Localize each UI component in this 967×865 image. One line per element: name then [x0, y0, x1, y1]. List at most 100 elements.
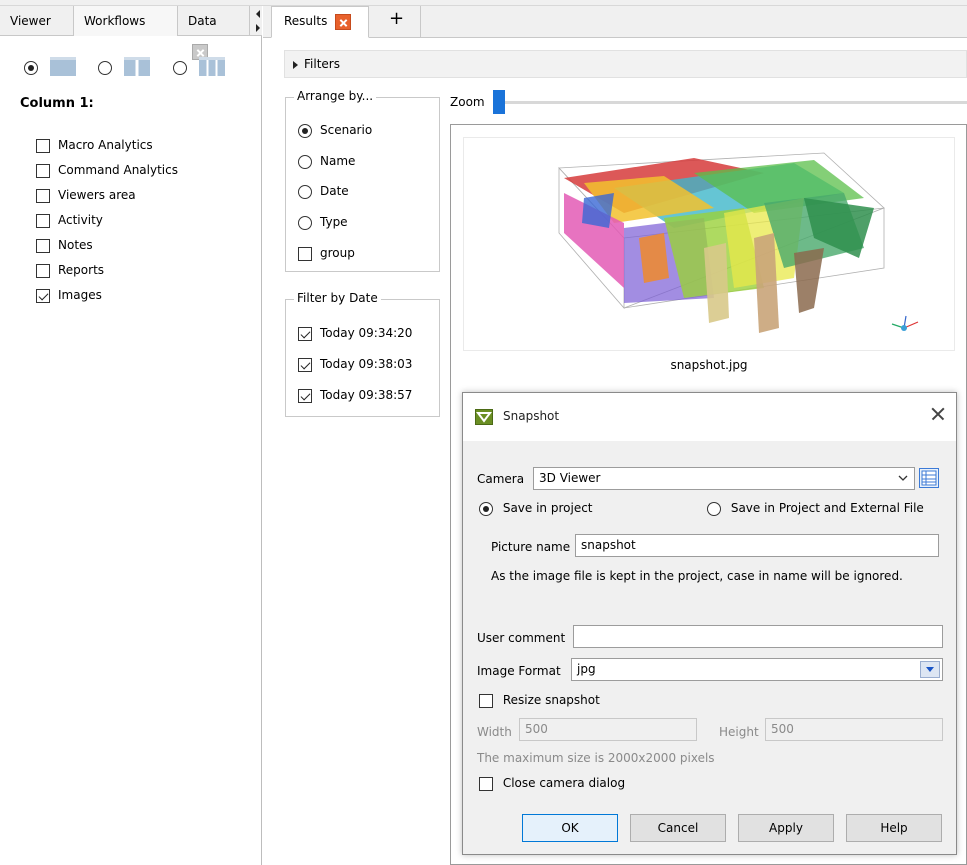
- filters-section[interactable]: Filters: [284, 50, 967, 78]
- camera-label: Camera: [477, 472, 525, 486]
- zoom-slider-handle[interactable]: [493, 90, 505, 114]
- checkbox[interactable]: [298, 357, 312, 372]
- tab-results[interactable]: Results: [271, 6, 369, 38]
- checkbox[interactable]: [36, 213, 50, 228]
- expand-arrow-icon: [293, 60, 298, 69]
- radio[interactable]: [298, 184, 312, 199]
- arrange-by-group: Arrange by... Scenario Name Date Type gr…: [285, 89, 440, 272]
- checkbox-activity[interactable]: Activity: [36, 210, 103, 230]
- chevron-left-right-icon: [256, 10, 260, 32]
- checkbox-label: Reports: [58, 263, 105, 277]
- picture-name-label: Picture name: [491, 540, 571, 554]
- image-format-select[interactable]: jpg: [571, 658, 943, 681]
- table-icon: [921, 470, 937, 486]
- checkbox[interactable]: [36, 263, 50, 278]
- close-tab-icon[interactable]: [335, 13, 352, 30]
- layout-radio[interactable]: [24, 61, 38, 75]
- layout-option-3[interactable]: [173, 57, 225, 76]
- radio[interactable]: [707, 501, 721, 516]
- radio-scenario[interactable]: Scenario: [298, 120, 372, 140]
- layout-option-1[interactable]: [24, 57, 76, 76]
- help-button[interactable]: Help: [846, 814, 942, 842]
- checkbox[interactable]: [298, 326, 312, 341]
- checkbox-macro-analytics[interactable]: Macro Analytics: [36, 135, 153, 155]
- results-tab-bar: Results +: [263, 6, 967, 38]
- tab-label: Data: [188, 14, 217, 28]
- layout-radio[interactable]: [98, 61, 112, 75]
- three-column-icon: [198, 57, 225, 76]
- radio[interactable]: [298, 215, 312, 230]
- radio-save-in-project-external[interactable]: Save in Project and External File: [707, 501, 924, 516]
- checkbox-viewers-area[interactable]: Viewers area: [36, 185, 136, 205]
- picture-name-input[interactable]: snapshot: [575, 534, 939, 557]
- checkbox-resize-snapshot[interactable]: Resize snapshot: [479, 693, 600, 708]
- radio-type[interactable]: Type: [298, 212, 348, 232]
- checkbox-reports[interactable]: Reports: [36, 260, 104, 280]
- checkbox-label: Activity: [58, 213, 103, 227]
- chevron-down-icon: [898, 475, 908, 481]
- picture-name-value: snapshot: [581, 538, 636, 552]
- height-input[interactable]: 500: [765, 718, 943, 741]
- layout-radio[interactable]: [173, 61, 187, 75]
- layout-option-2[interactable]: [98, 57, 150, 76]
- height-label: Height: [719, 725, 759, 739]
- width-value: 500: [525, 722, 548, 736]
- radio[interactable]: [479, 501, 493, 516]
- checkbox-close-camera-dialog[interactable]: Close camera dialog: [479, 776, 625, 791]
- plus-icon: +: [389, 8, 405, 29]
- checkbox[interactable]: [36, 288, 50, 303]
- checkbox[interactable]: [479, 776, 493, 791]
- checkbox[interactable]: [298, 388, 312, 403]
- checkbox-notes[interactable]: Notes: [36, 235, 93, 255]
- geological-model-image: [558, 152, 919, 333]
- close-icon[interactable]: [929, 405, 947, 423]
- camera-select[interactable]: 3D Viewer: [533, 467, 915, 490]
- checkbox[interactable]: [298, 246, 312, 261]
- snapshot-dialog: Snapshot Camera 3D Viewer Save in projec…: [462, 392, 957, 855]
- checkbox[interactable]: [36, 138, 50, 153]
- checkbox-label: group: [320, 246, 355, 260]
- thumbnail-caption: snapshot.jpg: [670, 358, 748, 372]
- radio-label: Name: [320, 154, 356, 168]
- checkbox-date-3[interactable]: Today 09:38:57: [298, 385, 412, 405]
- panel-scroll-arrows[interactable]: [255, 8, 261, 36]
- checkbox-date-1[interactable]: Today 09:34:20: [298, 323, 412, 343]
- checkbox-images[interactable]: Images: [36, 285, 102, 305]
- radio[interactable]: [298, 123, 312, 138]
- checkbox-label: Today 09:34:20: [320, 326, 413, 340]
- checkbox[interactable]: [36, 238, 50, 253]
- checkbox[interactable]: [36, 188, 50, 203]
- dropdown-button[interactable]: [920, 661, 940, 678]
- checkbox-date-2[interactable]: Today 09:38:03: [298, 354, 412, 374]
- user-comment-input[interactable]: [573, 625, 943, 648]
- radio[interactable]: [298, 154, 312, 169]
- camera-list-button[interactable]: [919, 468, 939, 488]
- tab-data[interactable]: Data: [178, 6, 250, 60]
- add-tab-button[interactable]: +: [377, 6, 421, 38]
- checkbox-label: Today 09:38:57: [320, 388, 413, 402]
- apply-button[interactable]: Apply: [738, 814, 834, 842]
- checkbox[interactable]: [36, 163, 50, 178]
- radio-label: Scenario: [320, 123, 373, 137]
- width-input[interactable]: 500: [519, 718, 697, 741]
- tab-viewer[interactable]: Viewer: [0, 6, 74, 36]
- radio-name[interactable]: Name: [298, 151, 355, 171]
- checkbox-group[interactable]: group: [298, 243, 355, 263]
- ok-button[interactable]: OK: [522, 814, 618, 842]
- image-format-label: Image Format: [477, 664, 561, 678]
- checkbox[interactable]: [479, 693, 493, 708]
- radio-date[interactable]: Date: [298, 181, 349, 201]
- user-comment-label: User comment: [477, 631, 566, 645]
- cancel-button[interactable]: Cancel: [630, 814, 726, 842]
- tab-label: Results: [284, 14, 328, 28]
- checkbox-label: Command Analytics: [58, 163, 178, 177]
- group-title: Filter by Date: [294, 291, 381, 305]
- checkbox-command-analytics[interactable]: Command Analytics: [36, 160, 178, 180]
- snapshot-thumbnail[interactable]: [463, 137, 955, 351]
- zoom-slider-track[interactable]: [505, 101, 967, 104]
- radio-save-in-project[interactable]: Save in project: [479, 501, 593, 516]
- checkbox-label: Images: [58, 288, 102, 302]
- image-format-value: jpg: [577, 662, 596, 676]
- dialog-title: Snapshot: [503, 409, 560, 423]
- tab-workflows[interactable]: Workflows: [74, 6, 178, 36]
